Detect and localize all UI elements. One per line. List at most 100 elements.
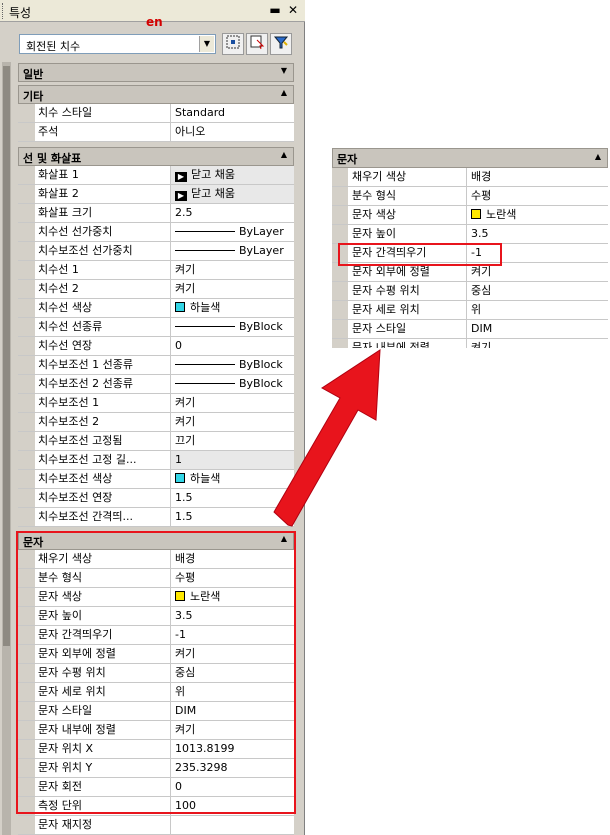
property-value[interactable]: 3.5	[467, 225, 608, 243]
language-tag: en	[146, 15, 163, 29]
property-row[interactable]: 문자 세로 위치 위	[332, 301, 608, 320]
property-row[interactable]: 치수선 연장 0	[18, 337, 294, 356]
property-value[interactable]: 중심	[467, 282, 608, 300]
section-general-label: 일반	[23, 68, 44, 81]
property-row[interactable]: 분수 형식 수평	[332, 187, 608, 206]
property-row[interactable]: 치수보조선 2 선종류 ByBlock	[18, 375, 294, 394]
property-row[interactable]: 화살표 크기 2.5	[18, 204, 294, 223]
property-name: 문자 색상	[348, 206, 467, 224]
property-value[interactable]	[171, 816, 294, 834]
property-value-text: 하늘색	[190, 472, 221, 485]
property-row[interactable]: 치수보조선 간격띄... 1.5	[18, 508, 294, 527]
property-name: 치수보조선 1	[35, 394, 171, 412]
property-row[interactable]: 치수보조선 고정됨 끄기	[18, 432, 294, 451]
property-value[interactable]: 켜기	[467, 339, 608, 348]
auto-hide-icon[interactable]: ▬	[268, 3, 282, 17]
property-value[interactable]: 노란색	[467, 206, 608, 224]
property-row[interactable]: 치수보조선 연장 1.5	[18, 489, 294, 508]
property-value[interactable]: 배경	[467, 168, 608, 186]
property-row[interactable]: 치수보조선 고정 길... 1	[18, 451, 294, 470]
property-row[interactable]: 치수선 선가중치 ByLayer	[18, 223, 294, 242]
callout-arrow-icon	[273, 349, 381, 527]
palette-title: 특성	[9, 6, 32, 20]
property-row[interactable]: 치수보조선 1 선종류 ByBlock	[18, 356, 294, 375]
collapse-icon[interactable]: ▲	[595, 152, 601, 161]
property-value[interactable]: 위	[467, 301, 608, 319]
property-value[interactable]: ByLayer	[171, 242, 294, 260]
property-name: 치수선 2	[35, 280, 171, 298]
property-row[interactable]: 치수선 2 켜기	[18, 280, 294, 299]
property-name: 치수보조선 간격띄...	[35, 508, 171, 526]
property-name: 치수보조선 선가중치	[35, 242, 171, 260]
property-row[interactable]: 치수보조선 색상 하늘색	[18, 470, 294, 489]
property-row[interactable]: 치수선 1 켜기	[18, 261, 294, 280]
property-value-text: 닫고 채움	[191, 168, 235, 181]
close-icon[interactable]: ✕	[286, 3, 300, 17]
property-row[interactable]: 문자 높이 3.5	[332, 225, 608, 244]
property-name: 화살표 2	[35, 185, 171, 203]
chevron-down-icon[interactable]: ▼	[199, 36, 214, 52]
property-value[interactable]: 켜기	[171, 261, 294, 279]
property-row[interactable]: 치수 스타일 Standard	[18, 104, 294, 123]
property-row[interactable]: 문자 재지정	[18, 816, 294, 835]
collapse-icon[interactable]: ▲	[281, 150, 287, 159]
quick-select-button[interactable]	[270, 33, 292, 55]
property-value[interactable]: 아니오	[171, 123, 294, 141]
property-row[interactable]: 문자 스타일 DIM	[332, 320, 608, 339]
property-row[interactable]: 화살표 2 ▶ 닫고 채움	[18, 185, 294, 204]
select-objects-icon	[250, 35, 265, 50]
property-name: 치수선 선종류	[35, 318, 171, 336]
section-lines-label: 선 및 화살표	[23, 152, 82, 165]
property-row[interactable]: 채우기 색상 배경	[332, 168, 608, 187]
collapse-icon[interactable]: ▲	[281, 88, 287, 97]
highlight-box-text-offset	[338, 243, 502, 266]
arrowhead-icon: ▶	[175, 191, 187, 201]
color-swatch	[175, 473, 185, 483]
property-name: 치수선 연장	[35, 337, 171, 355]
property-value[interactable]: 수평	[467, 187, 608, 205]
property-value[interactable]: DIM	[467, 320, 608, 338]
property-row[interactable]: 치수보조선 1 켜기	[18, 394, 294, 413]
property-row[interactable]: 화살표 1 ▶ 닫고 채움	[18, 166, 294, 185]
property-value[interactable]: ByLayer	[171, 223, 294, 241]
property-name: 치수보조선 1 선종류	[35, 356, 171, 374]
property-value[interactable]: ByBlock	[171, 318, 294, 336]
scrollbar-thumb[interactable]	[3, 66, 10, 646]
section-misc[interactable]: 기타 ▲	[18, 85, 294, 104]
property-name: 치수보조선 연장	[35, 489, 171, 507]
property-name: 치수보조선 2	[35, 413, 171, 431]
section-general[interactable]: 일반 ▼	[18, 63, 294, 82]
property-name: 치수선 1	[35, 261, 171, 279]
object-type-select[interactable]: 회전된 치수 ▼	[19, 34, 216, 54]
line-sample	[175, 383, 235, 384]
property-name: 치수보조선 고정 길...	[35, 451, 171, 469]
property-value-text: 하늘색	[190, 301, 221, 314]
select-objects-button[interactable]	[246, 33, 268, 55]
property-row[interactable]: 치수보조선 2 켜기	[18, 413, 294, 432]
property-row[interactable]: 문자 색상 노란색	[332, 206, 608, 225]
property-name: 치수선 색상	[35, 299, 171, 317]
property-value-text: 노란색	[486, 208, 517, 221]
property-value[interactable]: ▶ 닫고 채움	[171, 185, 294, 203]
property-name: 치수 스타일	[35, 104, 171, 122]
property-name: 치수보조선 2 선종류	[35, 375, 171, 393]
property-value[interactable]: ▶ 닫고 채움	[171, 166, 294, 184]
property-row[interactable]: 치수선 선종류 ByBlock	[18, 318, 294, 337]
property-row[interactable]: 치수선 색상 하늘색	[18, 299, 294, 318]
property-row[interactable]: 주석 아니오	[18, 123, 294, 142]
property-value[interactable]: 하늘색	[171, 299, 294, 317]
zoom-section-header[interactable]: 문자 ▲	[332, 148, 608, 168]
property-row[interactable]: 치수보조선 선가중치 ByLayer	[18, 242, 294, 261]
drag-grip[interactable]	[2, 3, 6, 19]
property-value[interactable]: 2.5	[171, 204, 294, 222]
property-value-text: 닫고 채움	[191, 187, 235, 200]
color-swatch	[175, 302, 185, 312]
section-lines-arrows[interactable]: 선 및 화살표 ▲	[18, 147, 294, 166]
expand-icon[interactable]: ▼	[281, 66, 287, 75]
property-value[interactable]: Standard	[171, 104, 294, 122]
pickadd-toggle-button[interactable]	[222, 33, 244, 55]
property-name: 치수보조선 고정됨	[35, 432, 171, 450]
property-value[interactable]: 켜기	[171, 280, 294, 298]
property-row[interactable]: 문자 수평 위치 중심	[332, 282, 608, 301]
line-sample	[175, 250, 235, 251]
